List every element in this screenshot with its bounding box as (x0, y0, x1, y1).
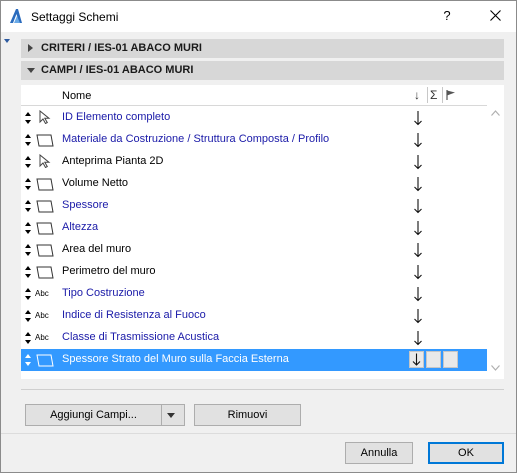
vertical-scrollbar[interactable] (487, 85, 504, 379)
drag-handle-icon[interactable] (24, 331, 32, 345)
abc-icon: Abc (35, 289, 49, 298)
list-row[interactable]: Perimetro del muro (21, 261, 487, 283)
sort-arrow-icon[interactable] (411, 109, 425, 127)
list-row[interactable]: Materiale da Costruzione / Struttura Com… (21, 129, 487, 151)
sort-toggle[interactable] (409, 351, 424, 368)
list-row[interactable]: Altezza (21, 217, 487, 239)
wall-shape-icon (35, 176, 55, 192)
abc-icon: Abc (35, 333, 49, 342)
header-separator (427, 87, 428, 103)
sort-arrow-icon[interactable] (411, 285, 425, 303)
add-fields-label: Aggiungi Campi... (50, 409, 137, 421)
flag-toggle[interactable] (443, 351, 458, 368)
scroll-down-icon[interactable] (491, 365, 500, 371)
field-label: Spessore Strato del Muro sulla Faccia Es… (62, 353, 289, 365)
footer-divider (1, 433, 516, 434)
drag-handle-icon[interactable] (24, 199, 32, 213)
list-row[interactable]: Area del muro (21, 239, 487, 261)
sort-arrow-icon[interactable] (411, 219, 425, 237)
list-row[interactable]: Volume Netto (21, 173, 487, 195)
wall-shape-icon (35, 132, 55, 148)
column-name-header[interactable]: Nome (62, 90, 91, 102)
sort-arrow-icon[interactable] (411, 153, 425, 171)
drag-handle-icon[interactable] (24, 243, 32, 257)
arrow-cursor-icon (35, 153, 55, 170)
ok-button[interactable]: OK (428, 442, 504, 464)
drag-handle-icon[interactable] (24, 133, 32, 147)
field-label: ID Elemento completo (62, 111, 171, 123)
add-fields-button[interactable]: Aggiungi Campi... (25, 404, 185, 426)
drag-handle-icon[interactable] (24, 287, 32, 301)
sum-toggle[interactable] (426, 351, 441, 368)
drag-handle-icon[interactable] (24, 155, 32, 169)
cancel-button[interactable]: Annulla (345, 442, 413, 464)
field-label: Materiale da Costruzione / Struttura Com… (62, 133, 330, 145)
divider (21, 389, 504, 390)
field-label: Anteprima Pianta 2D (62, 155, 164, 167)
help-button[interactable]: ? (435, 6, 459, 26)
field-label: Area del muro (62, 243, 132, 255)
drag-handle-icon[interactable] (24, 309, 32, 323)
list-row[interactable]: Abc Classe di Trasmissione Acustica (21, 327, 487, 349)
expand-arrow-icon (28, 44, 33, 52)
drag-handle-icon[interactable] (24, 265, 32, 279)
wall-shape-icon (35, 352, 55, 368)
list-row[interactable]: Abc Tipo Costruzione (21, 283, 487, 305)
list-header: Nome ↓ Σ (21, 85, 487, 106)
close-icon (489, 10, 501, 21)
close-button[interactable] (481, 6, 509, 26)
field-label: Tipo Costruzione (62, 287, 145, 299)
section-criteri-label: CRITERI / IES-01 ABACO MURI (41, 42, 202, 54)
remove-button[interactable]: Rimuovi (194, 404, 301, 426)
field-label: Classe di Trasmissione Acustica (62, 331, 220, 343)
section-campi[interactable]: CAMPI / IES-01 ABACO MURI (21, 61, 504, 80)
field-label: Perimetro del muro (62, 265, 156, 277)
list-row[interactable]: Spessore Strato del Muro sulla Faccia Es… (21, 349, 487, 371)
scroll-up-icon[interactable] (491, 110, 500, 116)
list-row[interactable]: ID Elemento completo (21, 107, 487, 129)
abc-icon: Abc (35, 311, 49, 320)
section-campi-label: CAMPI / IES-01 ABACO MURI (41, 64, 194, 76)
chevron-down-icon[interactable] (167, 413, 175, 418)
drag-handle-icon[interactable] (24, 353, 32, 367)
sort-arrow-icon[interactable] (411, 307, 425, 325)
window-title: Settaggi Schemi (31, 10, 119, 24)
drag-handle-icon[interactable] (24, 111, 32, 125)
list-row[interactable]: Spessore (21, 195, 487, 217)
field-label: Volume Netto (62, 177, 129, 189)
panel-marker-icon (4, 39, 10, 43)
field-label: Spessore (62, 199, 109, 211)
title-bar: Settaggi Schemi ? (1, 1, 516, 32)
list-row[interactable]: Anteprima Pianta 2D (21, 151, 487, 173)
arrow-cursor-icon (35, 109, 55, 126)
sort-arrow-icon[interactable] (411, 241, 425, 259)
sort-arrow-icon[interactable] (411, 263, 425, 281)
wall-shape-icon (35, 264, 55, 280)
split-separator (161, 405, 162, 425)
archicad-logo-icon (10, 9, 22, 23)
drag-handle-icon[interactable] (24, 177, 32, 191)
flag-icon[interactable] (445, 89, 457, 101)
collapse-arrow-icon (27, 68, 35, 73)
sort-arrow-icon[interactable] (411, 329, 425, 347)
sort-column-icon[interactable]: ↓ (414, 88, 420, 102)
sort-arrow-icon[interactable] (411, 175, 425, 193)
wall-shape-icon (35, 220, 55, 236)
section-criteri[interactable]: CRITERI / IES-01 ABACO MURI (21, 39, 504, 58)
fields-list: Nome ↓ Σ ID Elemento completo Materiale d… (21, 85, 504, 379)
field-label: Altezza (62, 221, 99, 233)
wall-shape-icon (35, 242, 55, 258)
dialog-window: Settaggi Schemi ? CRITERI / IES-01 ABACO… (0, 0, 517, 473)
sort-arrow-icon[interactable] (411, 131, 425, 149)
field-label: Indice di Resistenza al Fuoco (62, 309, 206, 321)
drag-handle-icon[interactable] (24, 221, 32, 235)
list-row[interactable]: Abc Indice di Resistenza al Fuoco (21, 305, 487, 327)
sum-column-icon[interactable]: Σ (430, 88, 437, 102)
wall-shape-icon (35, 198, 55, 214)
header-separator (442, 87, 443, 103)
sort-arrow-icon (412, 353, 421, 366)
sort-arrow-icon[interactable] (411, 197, 425, 215)
